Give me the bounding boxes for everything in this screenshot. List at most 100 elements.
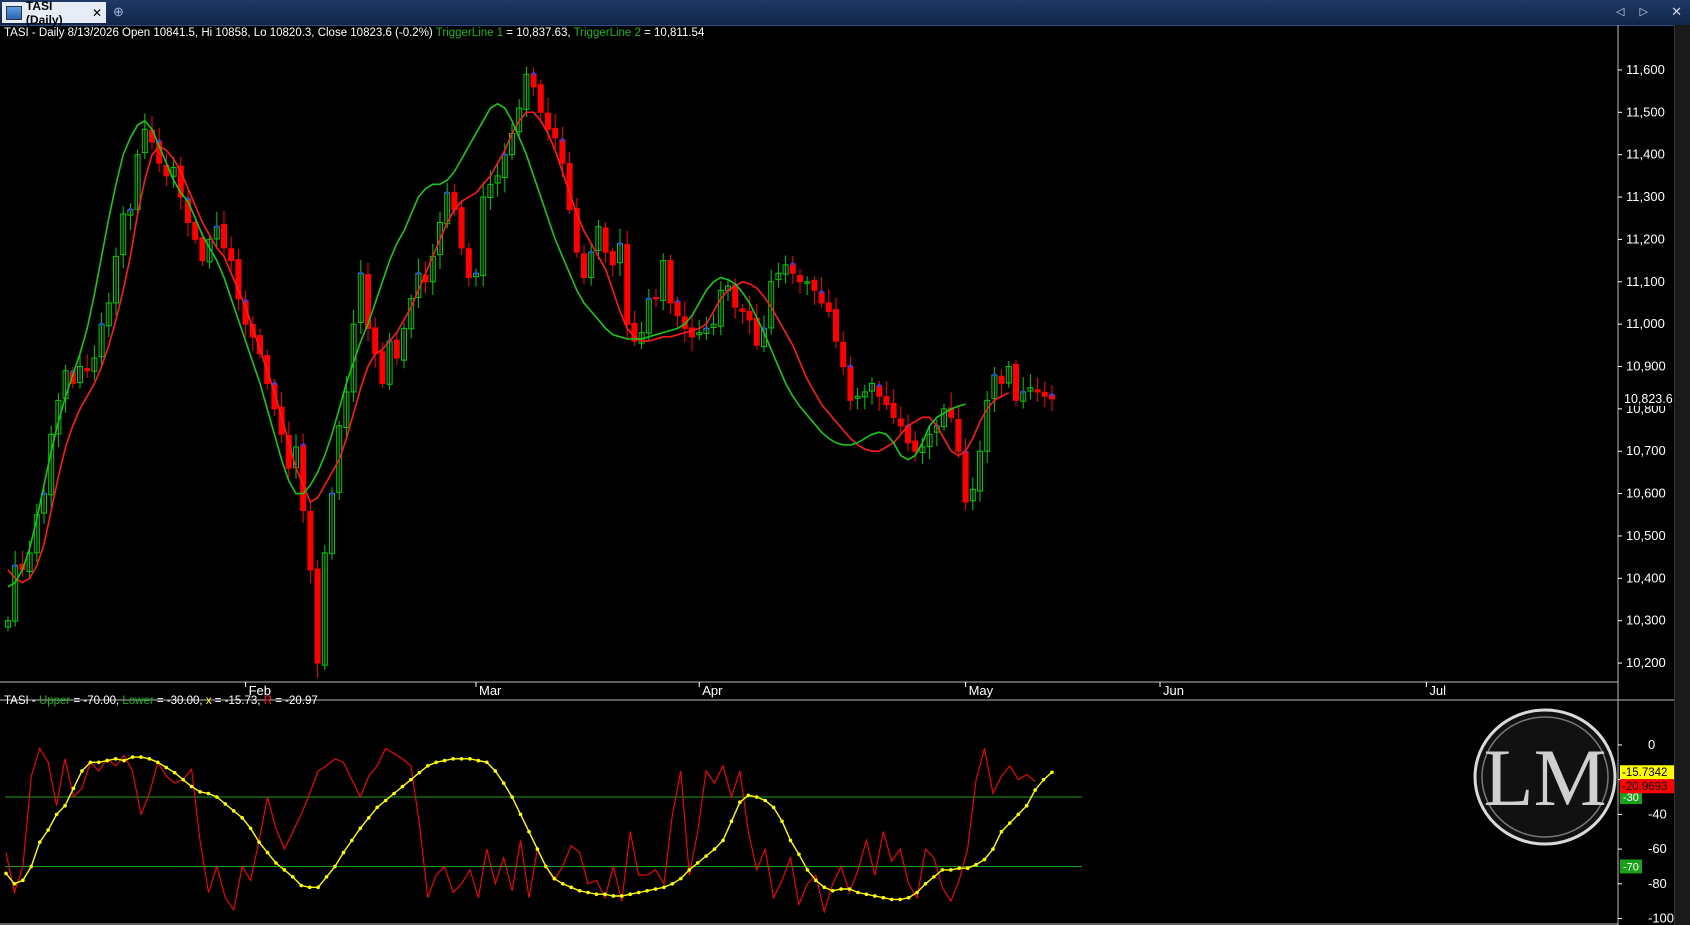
series-x-point: [476, 758, 481, 763]
chart-canvas: 10,200 10,300 10,400 10,500 10,600 10,700 10,8…: [0, 25, 1674, 925]
series-x-point: [501, 781, 506, 785]
tab-nav-arrows-icon[interactable]: ◁ ▷: [1616, 5, 1654, 18]
series-x-point: [695, 861, 700, 865]
candle-body: [1034, 389, 1041, 393]
series-x-point: [974, 862, 978, 867]
series-x-point: [417, 770, 422, 775]
series-x-point: [257, 840, 261, 844]
series-x-point: [122, 758, 126, 763]
price-legend: TASI - Daily 8/13/2026 Open 10841.5, Hi …: [4, 27, 704, 39]
series-x-point: [291, 875, 295, 879]
candle-body: [840, 341, 847, 367]
series-x-point: [459, 757, 464, 761]
price-y-tick-label: 11,000: [1626, 316, 1665, 331]
candle-body: [811, 279, 818, 291]
series-x-point: [240, 816, 244, 820]
series-x-point: [611, 894, 616, 898]
price-y-tick-label: 11,200: [1626, 231, 1665, 246]
series-x-point: [577, 888, 582, 893]
series-x-point: [4, 871, 8, 876]
series-x-point: [198, 790, 202, 794]
price-pane: 10,200 10,300 10,400 10,500 10,600 10,700 10,8…: [0, 25, 1674, 925]
series-x-point: [366, 816, 371, 820]
candle-body: [307, 510, 314, 571]
series-x-point: [754, 795, 759, 799]
osc-y-tick-label: -40: [1648, 806, 1667, 821]
series-x-point: [712, 847, 717, 851]
candle-marker: [128, 208, 132, 212]
series-x-point: [662, 885, 666, 890]
series-x-point: [189, 784, 194, 789]
candle-body: [833, 309, 839, 342]
series-x-point: [63, 803, 67, 808]
window-titlebar: TASI (Daily) ✕ ⊕ ◁ ▷ ✕: [0, 0, 1690, 27]
candle-body: [602, 227, 609, 253]
series-x-point: [164, 765, 169, 770]
series-x-point: [805, 868, 810, 872]
series-x-point: [375, 805, 379, 810]
candle-marker: [1021, 390, 1025, 394]
candle-body: [890, 402, 897, 418]
candle-body: [221, 224, 227, 249]
series-x-point: [46, 828, 50, 832]
candle-body: [667, 260, 674, 304]
candle-marker: [820, 290, 824, 294]
legend-r-value: = -20.97: [272, 695, 318, 707]
series-x-point: [856, 890, 860, 895]
osc-y-tick-label: 0: [1648, 737, 1655, 752]
candle-body: [545, 112, 551, 130]
legend-upper-value: = -70.00,: [70, 695, 120, 707]
series-x-point: [1041, 777, 1046, 782]
series-x-point: [274, 861, 278, 865]
candle-body: [624, 243, 631, 325]
series-x-point: [172, 770, 177, 775]
series-x-point: [113, 757, 118, 761]
series-x-point: [425, 763, 430, 768]
candle-body: [876, 385, 883, 397]
candle-marker: [618, 242, 622, 246]
series-x-point: [771, 805, 776, 810]
series-x-point: [948, 868, 953, 872]
candle-marker: [848, 364, 852, 368]
tab-close-icon[interactable]: ✕: [92, 6, 102, 20]
legend-lower-name: Lower: [122, 695, 154, 707]
candle-marker: [474, 271, 478, 275]
series-x-point: [653, 887, 658, 891]
candle-marker: [589, 250, 593, 254]
price-y-tick-label: 10,500: [1626, 528, 1666, 543]
candle-marker: [791, 262, 795, 266]
candle-marker: [676, 299, 680, 303]
series-x-point: [333, 864, 337, 869]
series-x-point: [248, 826, 253, 831]
candle-body: [581, 253, 587, 279]
candle-body: [797, 274, 803, 283]
candle-body: [372, 327, 379, 355]
price-y-tick-label: 11,500: [1626, 104, 1665, 119]
candle-body: [537, 84, 544, 113]
window-close-icon[interactable]: ✕: [1671, 4, 1682, 20]
candle-body: [530, 73, 537, 88]
series-x-point: [1033, 788, 1037, 792]
osc-y-tick-label: -60: [1648, 841, 1667, 856]
series-x-point: [1008, 821, 1012, 825]
series-x-point: [552, 876, 557, 881]
series-x-point: [181, 777, 185, 782]
osc-y-tick-label: -80: [1648, 876, 1667, 891]
price-y-tick-label: 10,300: [1626, 613, 1666, 628]
series-x-point: [729, 819, 734, 824]
candle-body: [912, 440, 919, 452]
candle-body: [883, 396, 890, 406]
series-x-point: [392, 791, 396, 796]
legend-triggerline-2-name: TriggerLine 2: [573, 27, 641, 39]
series-x-point: [898, 897, 902, 902]
series-x-point: [738, 800, 742, 805]
series-x-point: [889, 897, 894, 902]
series-x-point: [780, 819, 784, 824]
vertical-scrollbar[interactable]: [1674, 25, 1690, 925]
series-x-point: [965, 866, 970, 870]
x-month-label: Jul: [1429, 683, 1446, 698]
tab-tasi-daily[interactable]: TASI (Daily) ✕: [2, 0, 106, 27]
new-tab-icon[interactable]: ⊕: [113, 4, 124, 20]
series-x-point: [991, 847, 995, 851]
series-x-point: [409, 777, 413, 782]
